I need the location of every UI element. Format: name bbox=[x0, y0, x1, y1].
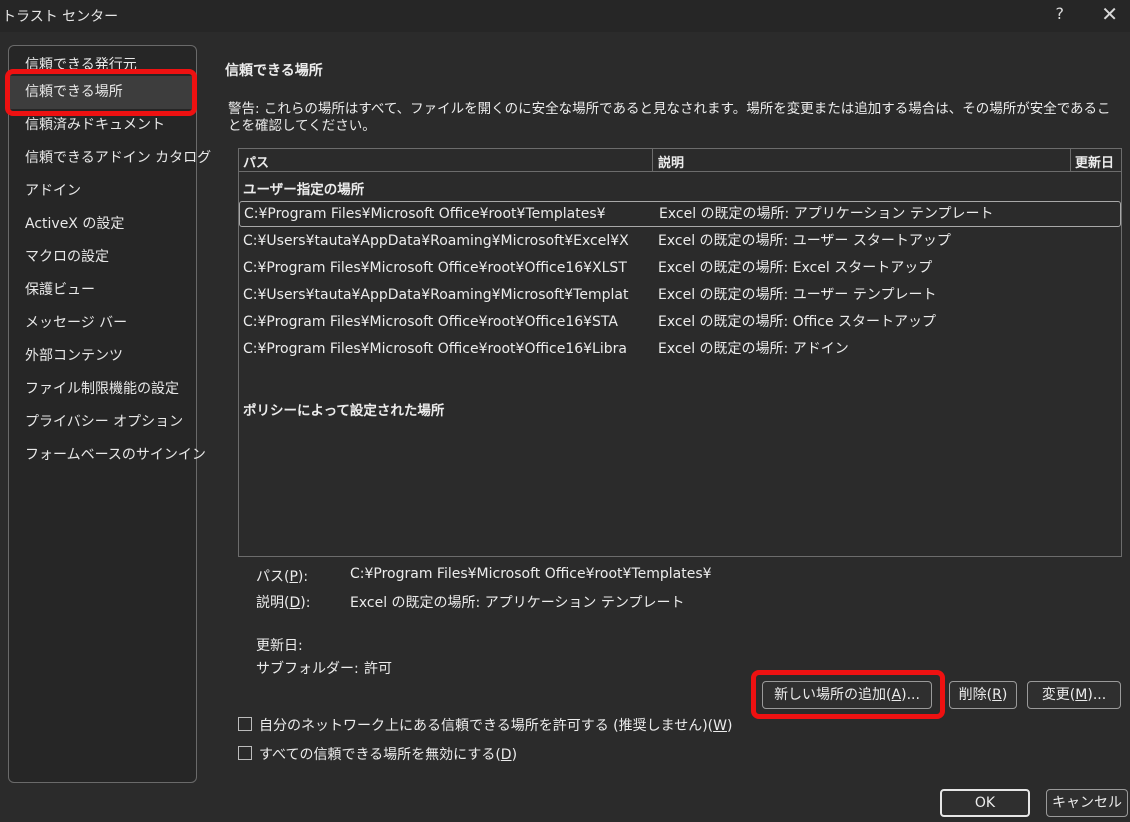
column-divider[interactable] bbox=[652, 149, 653, 171]
sidebar-item-macro-settings[interactable]: マクロの設定 bbox=[9, 241, 196, 274]
row-path: C:¥Program Files¥Microsoft Office¥root¥O… bbox=[243, 314, 618, 330]
row-description: Excel の既定の場所: ユーザー スタートアップ bbox=[658, 233, 951, 249]
sidebar-item-message-bar[interactable]: メッセージ バー bbox=[9, 307, 196, 340]
help-icon[interactable]: ? bbox=[1056, 4, 1065, 23]
detail-subfolders-value: 許可 bbox=[364, 661, 392, 677]
detail-subfolders-label: サブフォルダー: bbox=[256, 661, 359, 677]
column-header-modified[interactable]: 更新日 bbox=[1075, 152, 1114, 171]
group-header-user-locations: ユーザー指定の場所 bbox=[243, 182, 365, 198]
add-new-location-button[interactable]: 新しい場所の追加(A)... bbox=[762, 681, 932, 709]
table-header: パス 説明 更新日 bbox=[239, 149, 1121, 172]
detail-path-label: パス(P): bbox=[256, 569, 309, 585]
row-description: Excel の既定の場所: アドイン bbox=[658, 341, 849, 357]
row-description: Excel の既定の場所: アプリケーション テンプレート bbox=[659, 206, 994, 222]
sidebar-item-trusted-publishers[interactable]: 信頼できる発行元 bbox=[9, 50, 196, 76]
sidebar-item-trusted-addin-catalogs[interactable]: 信頼できるアドイン カタログ bbox=[9, 142, 211, 175]
detail-modified-label: 更新日: bbox=[256, 638, 303, 654]
column-divider[interactable] bbox=[1070, 149, 1071, 171]
detail-description-value: Excel の既定の場所: アプリケーション テンプレート bbox=[350, 595, 685, 611]
row-path: C:¥Program Files¥Microsoft Office¥root¥T… bbox=[244, 206, 606, 222]
row-description: Excel の既定の場所: Office スタートアップ bbox=[658, 314, 937, 330]
row-path: C:¥Users¥tauta¥AppData¥Roaming¥Microsoft… bbox=[243, 233, 629, 249]
trusted-locations-table: パス 説明 更新日 ユーザー指定の場所 C:¥Program Files¥Mic… bbox=[238, 148, 1122, 557]
allow-network-locations-checkbox[interactable]: 自分のネットワーク上にある信頼できる場所を許可する (推奨しません)(W) bbox=[238, 715, 732, 735]
modify-button[interactable]: 変更(M)... bbox=[1027, 681, 1121, 709]
table-row[interactable]: C:¥Program Files¥Microsoft Office¥root¥O… bbox=[239, 255, 1121, 281]
table-row[interactable]: C:¥Users¥tauta¥AppData¥Roaming¥Microsoft… bbox=[239, 228, 1121, 254]
sidebar-item-external-content[interactable]: 外部コンテンツ bbox=[9, 340, 196, 373]
row-path: C:¥Program Files¥Microsoft Office¥root¥O… bbox=[243, 260, 627, 276]
sidebar-item-privacy-options[interactable]: プライバシー オプション bbox=[9, 406, 196, 439]
title-bar: トラスト センター ? ✕ bbox=[0, 0, 1130, 32]
table-row[interactable]: C:¥Program Files¥Microsoft Office¥root¥O… bbox=[239, 336, 1121, 362]
sidebar-item-trusted-locations[interactable]: 信頼できる場所 bbox=[9, 76, 196, 109]
table-row[interactable]: C:¥Users¥tauta¥AppData¥Roaming¥Microsoft… bbox=[239, 282, 1121, 308]
sidebar-item-trusted-documents[interactable]: 信頼済みドキュメント bbox=[9, 109, 196, 142]
table-row[interactable]: C:¥Program Files¥Microsoft Office¥root¥O… bbox=[239, 309, 1121, 335]
checkbox-box[interactable] bbox=[238, 717, 252, 731]
close-icon[interactable]: ✕ bbox=[1101, 2, 1118, 26]
detail-description-label: 説明(D): bbox=[256, 595, 311, 611]
checkbox-box[interactable] bbox=[238, 746, 252, 760]
window-title: トラスト センター bbox=[2, 9, 119, 25]
group-header-policy-locations: ポリシーによって設定された場所 bbox=[243, 403, 445, 419]
disable-all-trusted-locations-checkbox[interactable]: すべての信頼できる場所を無効にする(D) bbox=[238, 744, 517, 764]
sidebar-item-addins[interactable]: アドイン bbox=[9, 175, 196, 208]
row-path: C:¥Program Files¥Microsoft Office¥root¥O… bbox=[243, 341, 627, 357]
column-header-path[interactable]: パス bbox=[243, 152, 269, 171]
column-header-description[interactable]: 説明 bbox=[658, 152, 684, 171]
sidebar: 信頼できる発行元 信頼できる場所 信頼済みドキュメント 信頼できるアドイン カタ… bbox=[8, 45, 211, 783]
row-description: Excel の既定の場所: ユーザー テンプレート bbox=[658, 287, 937, 303]
row-description: Excel の既定の場所: Excel スタートアップ bbox=[658, 260, 933, 276]
sidebar-item-activex-settings[interactable]: ActiveX の設定 bbox=[9, 208, 196, 241]
remove-button[interactable]: 削除(R) bbox=[949, 681, 1017, 709]
sidebar-item-file-block-settings[interactable]: ファイル制限機能の設定 bbox=[9, 373, 196, 406]
cancel-button[interactable]: キャンセル bbox=[1046, 789, 1128, 817]
table-row[interactable]: C:¥Program Files¥Microsoft Office¥root¥T… bbox=[239, 201, 1121, 227]
detail-path-value: C:¥Program Files¥Microsoft Office¥root¥T… bbox=[350, 566, 712, 582]
ok-button[interactable]: OK bbox=[940, 789, 1030, 817]
sidebar-item-form-based-signin[interactable]: フォームベースのサインイン bbox=[9, 439, 206, 472]
sidebar-item-protected-view[interactable]: 保護ビュー bbox=[9, 274, 196, 307]
row-path: C:¥Users¥tauta¥AppData¥Roaming¥Microsoft… bbox=[243, 287, 629, 303]
section-title: 信頼できる場所 bbox=[225, 63, 323, 79]
warning-text: 警告: これらの場所はすべて、ファイルを開くのに安全な場所であると見なされます。… bbox=[228, 101, 1111, 134]
